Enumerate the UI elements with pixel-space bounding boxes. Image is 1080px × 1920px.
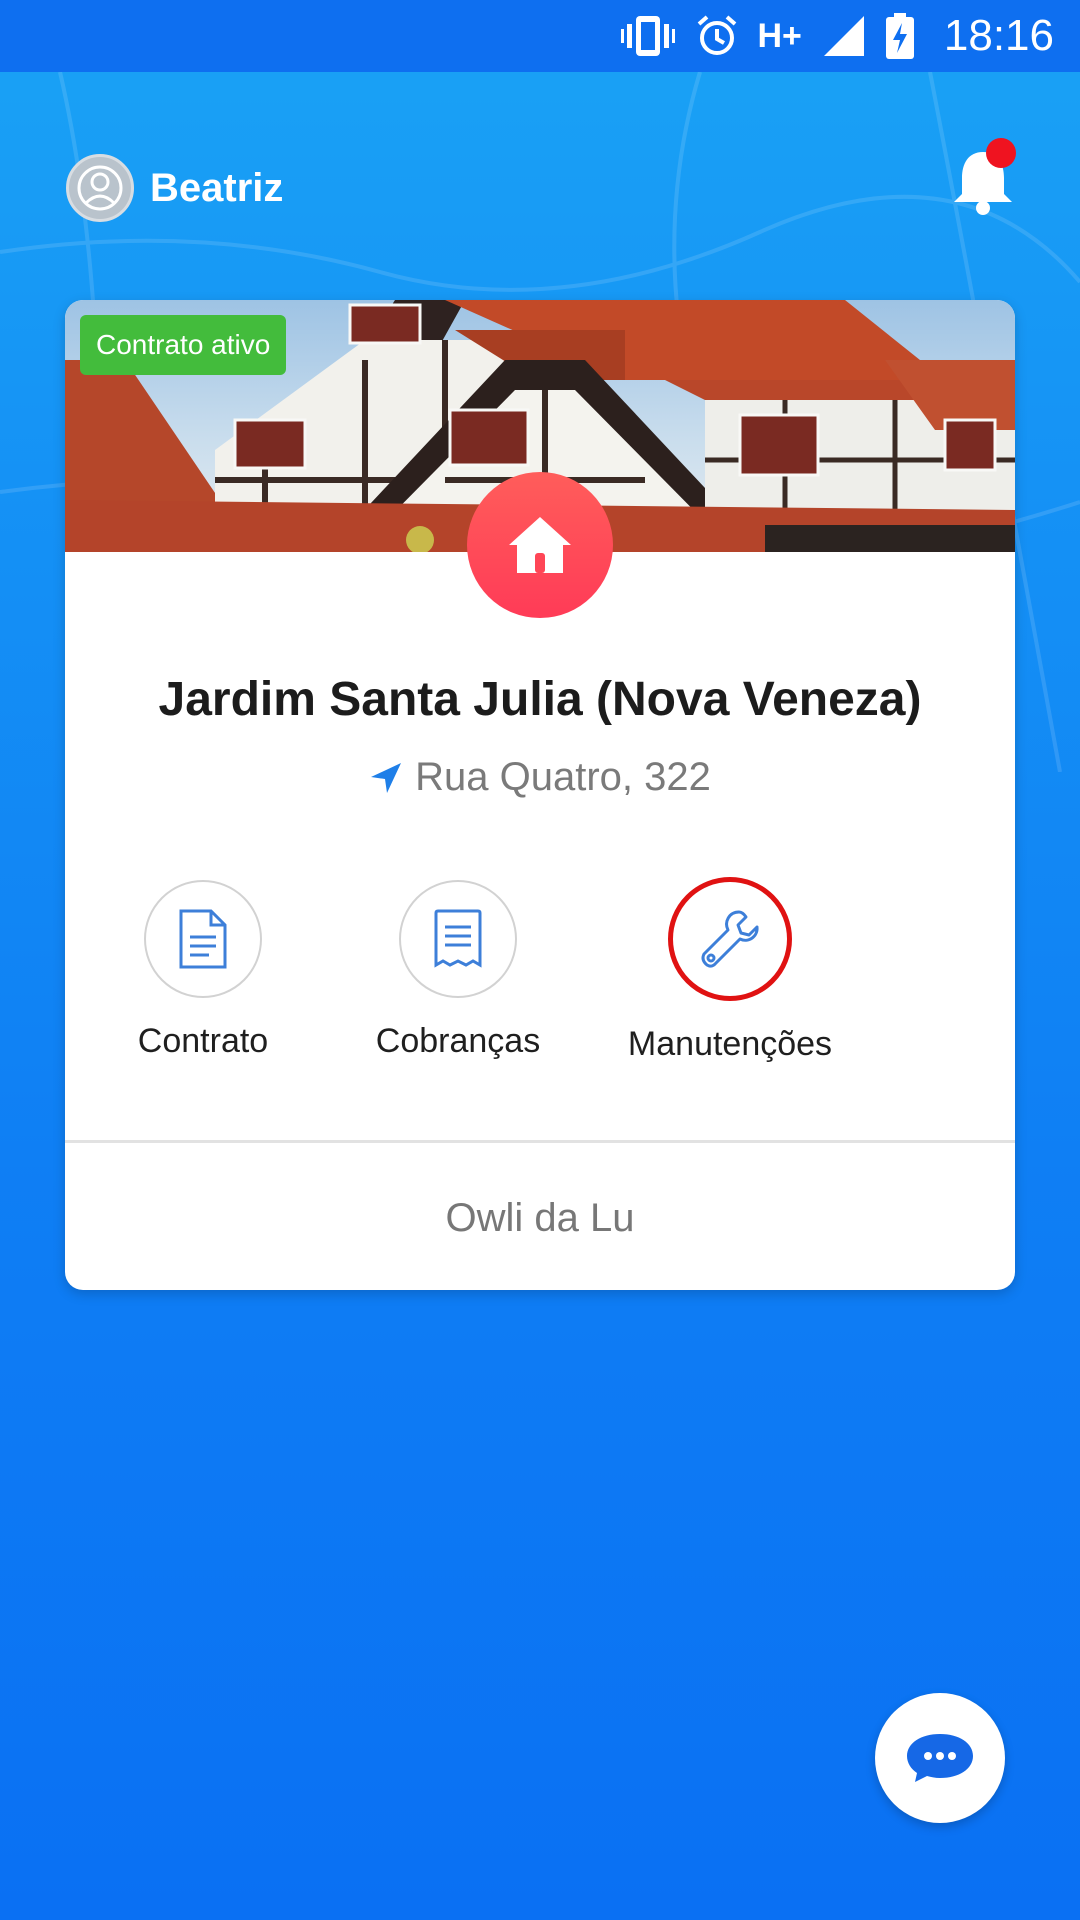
wrench-icon [701, 910, 759, 968]
maintenance-label: Manutenções [627, 1025, 833, 1063]
address-text: Rua Quatro, 322 [415, 755, 711, 799]
notifications-button[interactable] [950, 138, 1016, 218]
alarm-icon [695, 14, 739, 58]
document-icon [179, 909, 227, 969]
home-icon [509, 517, 571, 573]
property-title: Jardim Santa Julia (Nova Veneza) [158, 673, 922, 726]
chat-button[interactable] [875, 1693, 1005, 1823]
contract-button[interactable] [144, 880, 262, 998]
receipt-icon [434, 909, 482, 968]
contract-status-badge: Contrato ativo [80, 315, 287, 375]
billing-action[interactable]: Cobranças [338, 880, 578, 1061]
user-name[interactable]: Beatriz [150, 166, 283, 211]
property-address: Rua Quatro, 322 [65, 755, 1015, 800]
network-type-text: H+ [757, 16, 802, 55]
avatar[interactable] [66, 154, 134, 222]
user-icon [77, 165, 123, 211]
signal-icon [822, 14, 866, 58]
contract-label: Contrato [137, 1022, 269, 1060]
property-card[interactable]: Contrato ativo Jardim Santa Julia (Nova … [65, 300, 1015, 1290]
header: Beatriz [66, 138, 1016, 224]
location-arrow-icon [371, 762, 402, 793]
status-bar: H+ 18:16 [0, 0, 1080, 72]
card-divider [65, 1140, 1015, 1143]
home-button[interactable] [467, 472, 613, 618]
maintenance-button[interactable] [668, 877, 792, 1001]
billing-button[interactable] [399, 880, 517, 998]
maintenance-action[interactable]: Manutenções [605, 877, 855, 1064]
property-owner-link[interactable]: Owli da Lu [65, 1196, 1015, 1241]
property-actions: Contrato Cobranças Manutenções [65, 877, 1015, 1080]
chat-bubble-icon [907, 1734, 973, 1782]
vibrate-icon [621, 14, 676, 58]
contract-action[interactable]: Contrato [83, 880, 323, 1061]
battery-charging-icon [885, 13, 914, 59]
clock-text: 18:16 [943, 11, 1054, 60]
billing-label: Cobranças [375, 1022, 541, 1060]
notification-dot [986, 138, 1016, 168]
